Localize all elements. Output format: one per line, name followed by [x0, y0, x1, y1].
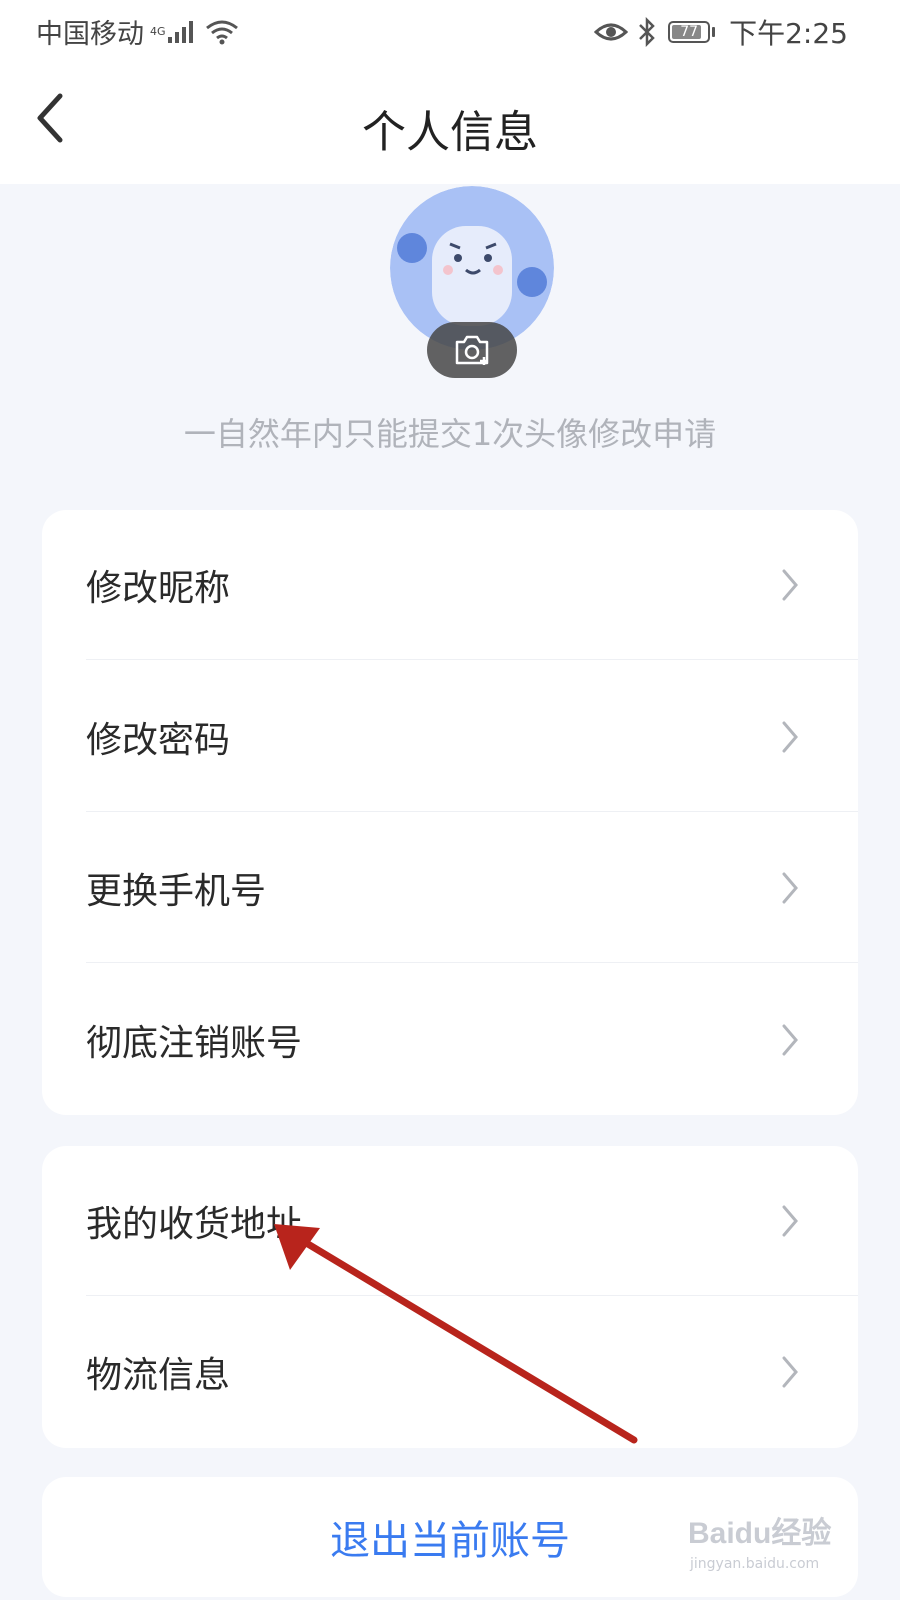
divider — [86, 659, 858, 660]
battery-icon: 77 — [668, 21, 711, 43]
status-left: 中国移动 4G — [36, 12, 240, 51]
menu-item-label: 更换手机号 — [86, 871, 267, 912]
menu-item-change-phone[interactable]: 更换手机号 — [42, 813, 858, 963]
annotation-arrow — [274, 1224, 638, 1444]
status-time: 下午2:25 — [729, 17, 848, 50]
chevron-right-icon — [782, 721, 798, 753]
menu-item-label: 修改密码 — [86, 720, 231, 761]
chevron-right-icon — [782, 872, 798, 904]
signal-icon — [167, 20, 193, 43]
watermark: Baidu经验 jingyan.baidu.com — [688, 1508, 858, 1588]
eye-icon — [594, 23, 629, 41]
menu-item-change-nickname[interactable]: 修改昵称 — [42, 510, 858, 660]
nav-bar: 个人信息 — [0, 62, 900, 184]
divider — [86, 811, 858, 812]
chevron-right-icon — [782, 1024, 798, 1056]
menu-item-change-password[interactable]: 修改密码 — [42, 662, 858, 812]
camera-icon — [455, 335, 489, 365]
status-bar: 中国移动 4G 77 下午2:25 — [0, 0, 900, 62]
menu-item-label: 修改昵称 — [86, 568, 231, 609]
divider — [86, 962, 858, 963]
battery-tip — [712, 27, 716, 37]
chevron-right-icon — [782, 569, 798, 601]
bluetooth-icon — [639, 17, 655, 47]
wifi-icon — [205, 20, 238, 44]
carrier-name: 中国移动 — [36, 19, 144, 50]
menu-item-label: 彻底注销账号 — [86, 1023, 303, 1064]
watermark-url: jingyan.baidu.com — [690, 1556, 820, 1572]
page-title: 个人信息 — [362, 107, 538, 158]
watermark-brand: Baidu经验 — [688, 1517, 832, 1550]
change-avatar-button[interactable] — [427, 322, 517, 378]
status-right: 77 下午2:25 — [594, 12, 848, 52]
account-settings-card: 修改昵称 修改密码 更换手机号 彻底注销账号 — [42, 510, 858, 1115]
menu-item-label: 物流信息 — [86, 1355, 231, 1396]
chevron-right-icon — [782, 1205, 798, 1237]
chevron-right-icon — [782, 1356, 798, 1388]
avatar-tip: 一自然年内只能提交1次头像修改申请 — [183, 415, 717, 453]
network-type: 4G — [150, 24, 166, 38]
menu-item-delete-account[interactable]: 彻底注销账号 — [42, 965, 858, 1115]
battery-level: 77 — [680, 24, 699, 40]
